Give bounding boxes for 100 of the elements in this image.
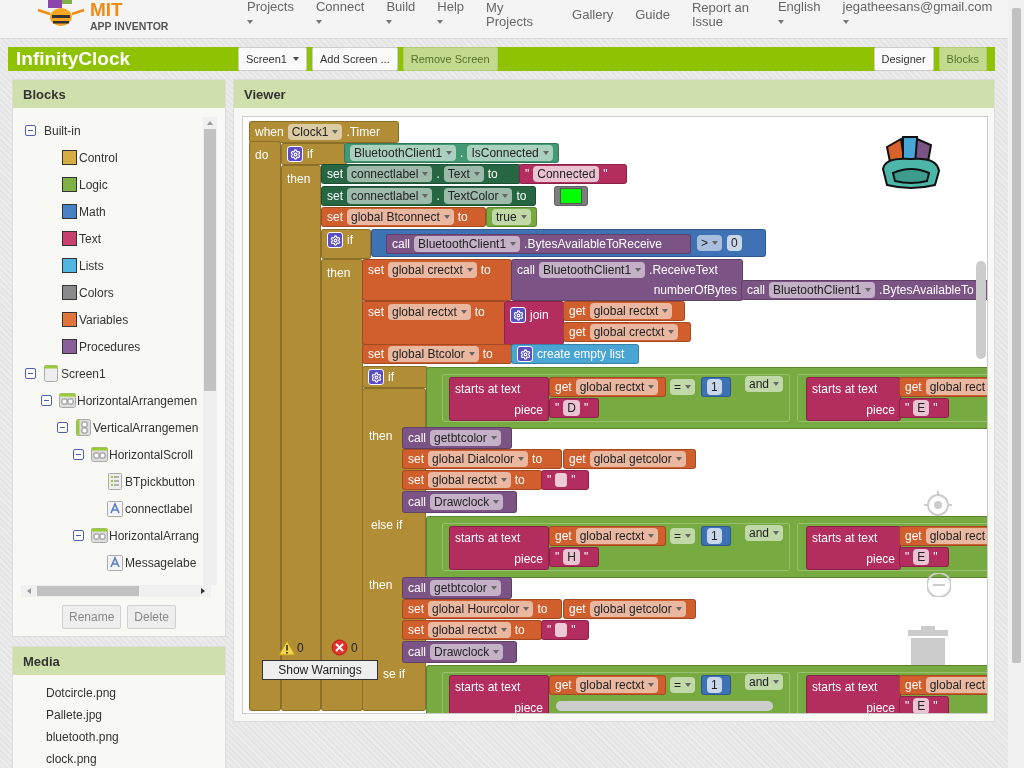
field-dropdown[interactable]: BluetoothClient1: [350, 145, 457, 161]
code-block[interactable]: set global rectxt to: [362, 301, 507, 345]
code-block[interactable]: starts at text piece: [449, 526, 549, 570]
code-block[interactable]: " H ": [549, 547, 599, 567]
tree-item[interactable]: HorizontalArrangemen: [77, 393, 198, 408]
media-file[interactable]: Dotcircle.png: [46, 682, 225, 704]
empty-text-field[interactable]: [555, 473, 568, 487]
field-dropdown[interactable]: connectlabel: [347, 188, 433, 204]
media-file[interactable]: clock.png: [46, 748, 225, 768]
field-dropdown[interactable]: global rectxt: [388, 304, 471, 320]
code-block[interactable]: get global getcolor: [563, 449, 696, 469]
tree-item[interactable]: Lists: [79, 258, 104, 273]
code-block[interactable]: set connectlabel . TextColor to: [321, 186, 536, 206]
field-dropdown[interactable]: global rectxt: [428, 472, 511, 488]
code-block[interactable]: get global rectxt: [563, 301, 685, 321]
field-dropdown[interactable]: global Btconnect: [347, 209, 454, 225]
field-dropdown[interactable]: BluetoothClient1: [539, 262, 646, 278]
tree-item[interactable]: HorizontalArrang: [109, 528, 200, 543]
collapse-icon[interactable]: [41, 395, 52, 406]
code-block[interactable]: join: [504, 301, 564, 345]
field-value[interactable]: D: [563, 400, 580, 416]
code-block[interactable]: " E ": [899, 696, 949, 713]
code-block[interactable]: starts at text piece: [806, 526, 901, 570]
field-dropdown[interactable]: global rect: [925, 379, 987, 395]
field-dropdown[interactable]: Clock1: [287, 124, 343, 140]
scrollbar-thumb[interactable]: [556, 701, 773, 711]
scrollbar[interactable]: [1008, 0, 1024, 768]
field-dropdown[interactable]: getbtcolor: [430, 580, 501, 596]
field-value[interactable]: E: [913, 400, 930, 416]
field-dropdown[interactable]: and: [745, 376, 784, 392]
code-block[interactable]: [554, 186, 588, 206]
tree-item[interactable]: Variables: [79, 312, 129, 327]
code-block[interactable]: starts at text piece: [449, 377, 549, 421]
code-block[interactable]: when Clock1 .Timer: [249, 121, 399, 143]
code-block[interactable]: " Connected ": [519, 164, 627, 184]
field-dropdown[interactable]: >: [697, 235, 722, 251]
code-block[interactable]: get global rectxt: [549, 377, 666, 397]
settings-icon[interactable]: [517, 346, 533, 362]
media-file[interactable]: Pallete.jpg: [46, 704, 225, 726]
color-swatch[interactable]: [560, 188, 582, 204]
code-block[interactable]: " ": [541, 620, 589, 640]
collapse-icon[interactable]: [25, 368, 36, 379]
tree-item[interactable]: HorizontalScroll: [109, 447, 194, 462]
field-dropdown[interactable]: TextColor: [443, 188, 513, 204]
code-block[interactable]: set global rectxt to: [402, 620, 542, 640]
field-value[interactable]: 1: [707, 677, 722, 693]
field-dropdown[interactable]: and: [745, 674, 784, 690]
code-block[interactable]: starts at text piece: [806, 377, 901, 421]
target-icon[interactable]: [924, 491, 952, 519]
tree-item[interactable]: connectlabel: [125, 501, 193, 516]
field-dropdown[interactable]: =: [670, 379, 695, 395]
zoom-out-icon[interactable]: [927, 573, 951, 597]
field-dropdown[interactable]: global rectxt: [575, 528, 659, 544]
field-dropdown[interactable]: Text: [443, 166, 484, 182]
code-block[interactable]: get global rect: [899, 526, 987, 546]
code-block[interactable]: set connectlabel . Text to: [321, 164, 521, 184]
scrollbar-thumb[interactable]: [976, 261, 986, 359]
nav-menu[interactable]: Projects: [247, 0, 294, 24]
code-block[interactable]: 1: [701, 675, 731, 695]
code-block[interactable]: set global Hourcolor to: [402, 599, 562, 619]
code-block[interactable]: " E ": [899, 398, 949, 418]
code-block[interactable]: " E ": [899, 547, 949, 567]
code-block[interactable]: " D ": [549, 398, 599, 418]
nav-link[interactable]: Guide: [635, 0, 670, 22]
nav-menu[interactable]: Build: [386, 0, 416, 24]
nav-menu[interactable]: Connect: [315, 0, 365, 24]
field-dropdown[interactable]: global rectxt: [575, 677, 659, 693]
nav-link[interactable]: Gallery: [572, 0, 614, 22]
screen-dropdown[interactable]: Screen1: [238, 47, 307, 71]
code-block[interactable]: call Drawclock: [402, 641, 517, 663]
collapse-icon[interactable]: [73, 530, 84, 541]
code-block[interactable]: set global Dialcolor to: [402, 449, 562, 469]
code-block[interactable]: set global Btconnect to: [321, 207, 486, 227]
field-value[interactable]: H: [563, 549, 580, 565]
field-dropdown[interactable]: BluetoothClient1: [769, 282, 876, 298]
field-dropdown[interactable]: =: [670, 528, 695, 544]
tree-item[interactable]: Procedures: [79, 339, 141, 354]
code-block[interactable]: BluetoothClient1 . IsConnected: [344, 143, 559, 163]
field-value[interactable]: E: [913, 698, 930, 713]
field-dropdown[interactable]: global rect: [925, 528, 987, 544]
field-dropdown[interactable]: global Btcolor: [388, 346, 479, 362]
field-dropdown[interactable]: global rectxt: [575, 379, 659, 395]
field-dropdown[interactable]: IsConnected: [467, 145, 553, 161]
settings-icon[interactable]: [327, 232, 343, 248]
field-dropdown[interactable]: global crectxt: [388, 262, 477, 278]
field-dropdown[interactable]: Drawclock: [430, 494, 504, 510]
field-dropdown[interactable]: =: [670, 677, 695, 693]
empty-text-field[interactable]: [555, 623, 568, 637]
code-block[interactable]: call BluetoothClient1 .BytesAvailableToReceive: [386, 234, 691, 254]
code-block[interactable]: set global crectxt to: [362, 259, 512, 301]
code-block[interactable]: call BluetoothClient1 .BytesAvailableTo: [741, 280, 987, 300]
tree-item[interactable]: Messagelabe: [125, 555, 197, 570]
code-block[interactable]: set global Btcolor to: [362, 344, 512, 364]
field-dropdown[interactable]: global crectxt: [589, 324, 679, 340]
field-dropdown[interactable]: BluetoothClient1: [414, 236, 521, 252]
field-value[interactable]: 1: [707, 379, 722, 395]
show-warnings-button[interactable]: Show Warnings: [262, 660, 378, 680]
scrollbar[interactable]: [21, 585, 211, 597]
field-dropdown[interactable]: global rectxt: [428, 622, 511, 638]
code-block[interactable]: get global getcolor: [563, 599, 696, 619]
